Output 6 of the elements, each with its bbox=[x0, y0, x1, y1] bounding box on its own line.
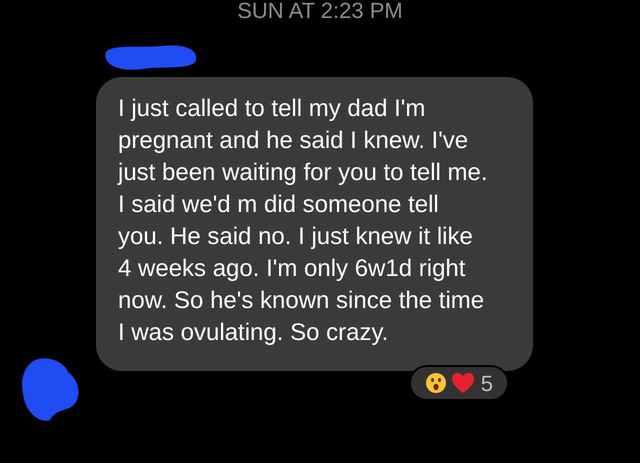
surprised-face-icon bbox=[424, 372, 447, 394]
timestamp: SUN AT 2:23 PM bbox=[237, 0, 403, 24]
reactions-pill[interactable]: 5 bbox=[408, 365, 509, 401]
heart-icon bbox=[450, 372, 475, 394]
message-text: I just called to tell my dad I'm pregnant and he said I knew. I've just been waiting for you to tell me. I said we'd m did someone tell you. He said no. I just knew it like 4 weeks ago. I'm only 6w1d right now. So he's known since the time I was ovulating. So crazy. bbox=[118, 94, 489, 348]
reaction-count: 5 bbox=[480, 370, 493, 398]
